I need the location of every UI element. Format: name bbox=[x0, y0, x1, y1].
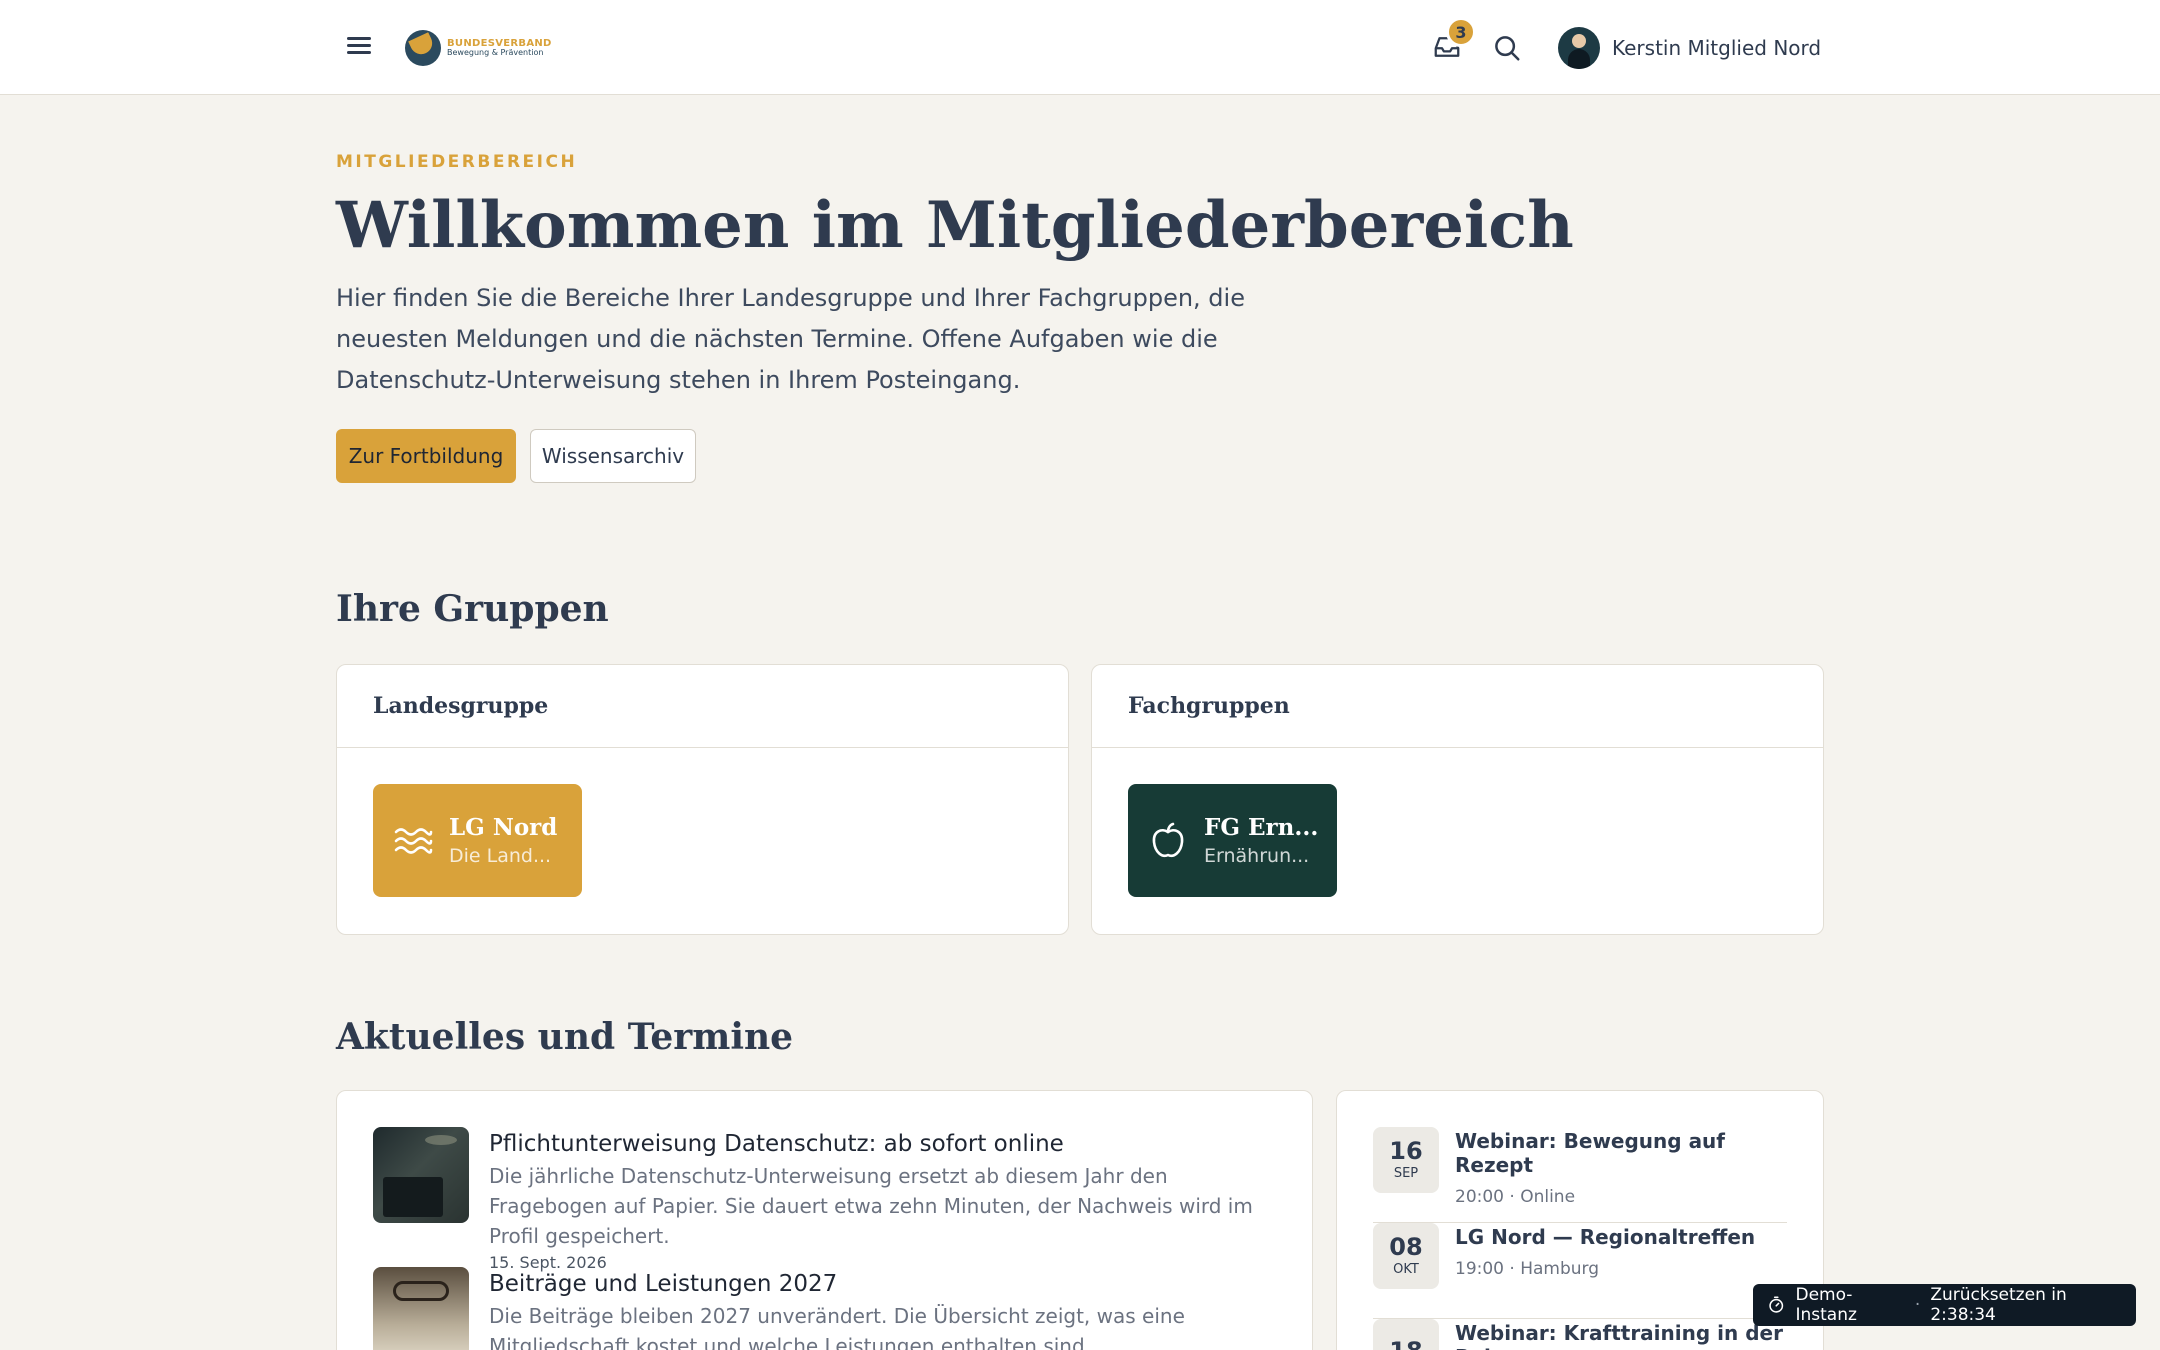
event-meta: 20:00 · Online bbox=[1455, 1187, 1576, 1207]
event-item[interactable]: 18 Webinar: Krafttraining in der Reha bbox=[1373, 1319, 1787, 1350]
fg-ernaehrung-title: FG Ern... bbox=[1204, 814, 1317, 841]
hero-eyebrow: MITGLIEDERBEREICH bbox=[336, 152, 578, 172]
apple-icon bbox=[1152, 822, 1184, 857]
news-thumbnail bbox=[373, 1127, 469, 1223]
avatar bbox=[1558, 27, 1600, 69]
event-date-box: 18 bbox=[1373, 1319, 1439, 1350]
demo-label: Demo-Instanz bbox=[1795, 1285, 1857, 1325]
event-item[interactable]: 16 SEP Webinar: Bewegung auf Rezept 20:0… bbox=[1373, 1127, 1787, 1223]
user-name: Kerstin Mitglied Nord bbox=[1612, 36, 1822, 60]
event-day: 16 bbox=[1389, 1137, 1423, 1165]
hero-lead-text: Hier finden Sie die Bereiche Ihrer Lande… bbox=[336, 284, 1245, 394]
lg-nord-title: LG Nord bbox=[449, 814, 558, 841]
fachgruppen-card: Fachgruppen FG Ern... Ernährun... bbox=[1091, 664, 1824, 935]
demo-instance-bar: Demo-Instanz · Zurücksetzen in 2:38:34 bbox=[1753, 1284, 2136, 1326]
event-meta: 19:00 · Hamburg bbox=[1455, 1259, 1600, 1279]
demo-separator: · bbox=[1914, 1295, 1921, 1315]
news-description: Die Beiträge bleiben 2027 unverändert. D… bbox=[489, 1304, 1185, 1350]
fg-ernaehrung-subtitle: Ernährun... bbox=[1204, 845, 1310, 867]
fachgruppen-label: Fachgruppen bbox=[1092, 665, 1823, 748]
page-title: Willkommen im Mitgliederbereich bbox=[336, 188, 1574, 263]
event-date-box: 08 OKT bbox=[1373, 1223, 1439, 1289]
logo[interactable]: BUNDESVERBAND Bewegung & Prävention bbox=[405, 28, 552, 68]
news-thumbnail bbox=[373, 1267, 469, 1350]
logo-mark bbox=[405, 30, 441, 66]
search-icon[interactable] bbox=[1492, 33, 1522, 63]
news-heading: Aktuelles und Termine bbox=[336, 1016, 794, 1058]
event-item[interactable]: 08 OKT LG Nord — Regionaltreffen 19:00 ·… bbox=[1373, 1223, 1787, 1319]
news-description: Die jährliche Datenschutz-Unterweisung e… bbox=[489, 1164, 1253, 1248]
user-menu[interactable]: Kerstin Mitglied Nord bbox=[1558, 26, 1821, 70]
wissensarchiv-button[interactable]: Wissensarchiv bbox=[530, 429, 696, 483]
top-navigation-bar: BUNDESVERBAND Bewegung & Prävention 3 Ke… bbox=[0, 0, 2160, 95]
lg-nord-subtitle: Die Land... bbox=[449, 845, 552, 867]
fg-ernaehrung-tile[interactable]: FG Ern... Ernährun... bbox=[1128, 784, 1337, 897]
inbox-count-badge: 3 bbox=[1446, 17, 1476, 47]
news-card: Pflichtunterweisung Datenschutz: ab sofo… bbox=[336, 1090, 1313, 1350]
event-title: LG Nord — Regionaltreffen bbox=[1455, 1225, 1756, 1249]
news-item[interactable]: Pflichtunterweisung Datenschutz: ab sofo… bbox=[373, 1127, 1273, 1272]
news-title: Beiträge und Leistungen 2027 bbox=[489, 1271, 838, 1297]
event-title: Webinar: Krafttraining in der Reha bbox=[1455, 1321, 1783, 1350]
event-month: SEP bbox=[1393, 1166, 1419, 1181]
logo-subtitle: Bewegung & Prävention bbox=[447, 48, 544, 58]
timer-icon bbox=[1769, 1296, 1784, 1313]
events-card: 16 SEP Webinar: Bewegung auf Rezept 20:0… bbox=[1336, 1090, 1824, 1350]
demo-reset-countdown: Zurücksetzen in 2:38:34 bbox=[1930, 1285, 2067, 1325]
event-day: 18 bbox=[1389, 1339, 1422, 1350]
news-item[interactable]: Beiträge und Leistungen 2027 Die Beiträg… bbox=[373, 1267, 1273, 1350]
event-title: Webinar: Bewegung auf Rezept bbox=[1455, 1129, 1725, 1177]
event-day: 08 bbox=[1389, 1233, 1423, 1261]
event-month: OKT bbox=[1393, 1262, 1419, 1277]
landesgruppe-label: Landesgruppe bbox=[337, 665, 1068, 748]
news-title: Pflichtunterweisung Datenschutz: ab sofo… bbox=[489, 1131, 1064, 1157]
event-date-box: 16 SEP bbox=[1373, 1127, 1439, 1193]
groups-heading: Ihre Gruppen bbox=[336, 588, 609, 630]
waves-icon bbox=[394, 827, 433, 854]
menu-icon[interactable] bbox=[344, 33, 374, 63]
lg-nord-tile[interactable]: LG Nord Die Land... bbox=[373, 784, 582, 897]
landesgruppe-card: Landesgruppe LG Nord Die Land... bbox=[336, 664, 1069, 935]
fortbildung-button[interactable]: Zur Fortbildung bbox=[336, 429, 516, 483]
